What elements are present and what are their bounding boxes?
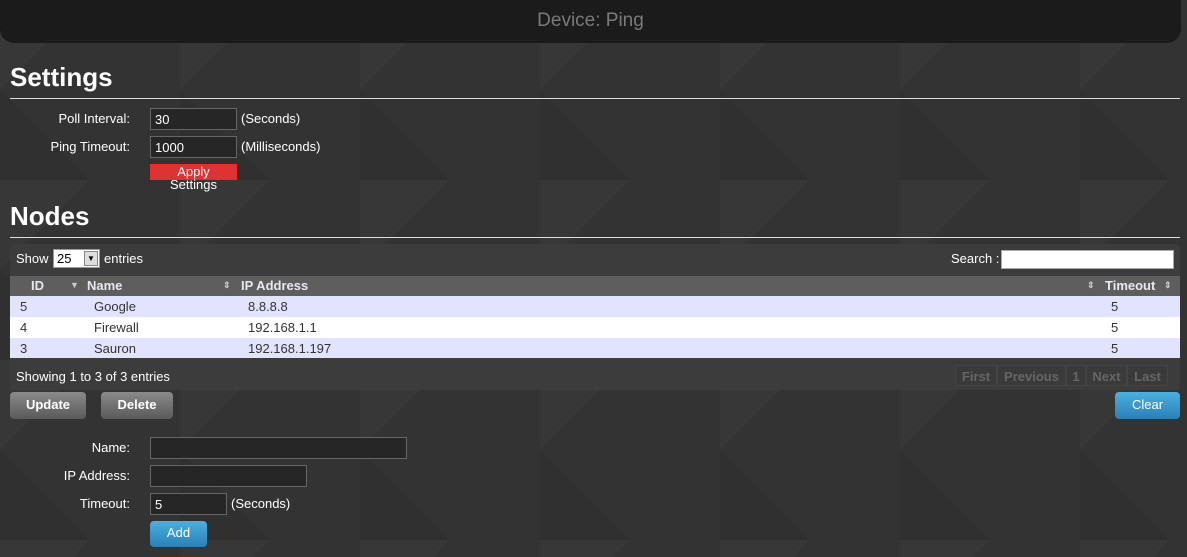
timeout-label: Timeout: — [79, 496, 130, 511]
divider — [10, 237, 1180, 238]
column-id[interactable]: ID ▼ — [10, 276, 79, 296]
ip-address-label: IP Address: — [63, 468, 130, 483]
pagination-last[interactable]: Last — [1127, 365, 1168, 386]
timeout-unit: (Seconds) — [231, 496, 291, 511]
search-input[interactable] — [1001, 250, 1174, 269]
update-button[interactable]: Update — [10, 392, 86, 419]
divider — [10, 98, 1180, 99]
name-input[interactable] — [150, 437, 407, 459]
table-row[interactable]: 5 Google 8.8.8.8 5 — [10, 296, 1180, 317]
page-header: Device: Ping — [0, 0, 1181, 43]
add-button[interactable]: Add — [150, 521, 207, 547]
apply-settings-button[interactable]: Apply Settings — [150, 164, 237, 191]
poll-interval-input[interactable] — [150, 108, 237, 130]
sort-icon: ⇕ — [1087, 280, 1095, 290]
table-info: Showing 1 to 3 of 3 entries — [16, 369, 170, 384]
ip-address-input[interactable] — [150, 465, 307, 487]
column-name[interactable]: Name ⇕ — [78, 276, 236, 296]
table-row[interactable]: 3 Sauron 192.168.1.197 5 — [10, 338, 1180, 358]
settings-heading: Settings — [10, 62, 113, 92]
ping-timeout-input[interactable] — [150, 136, 237, 158]
clear-button[interactable]: Clear — [1115, 392, 1180, 419]
timeout-input[interactable] — [150, 493, 227, 515]
pagination-previous[interactable]: Previous — [997, 365, 1066, 386]
pagination-first[interactable]: First — [955, 365, 997, 386]
search-label: Search : — [951, 251, 1000, 266]
column-timeout[interactable]: Timeout ⇕ — [1102, 276, 1180, 296]
column-ip-address[interactable]: IP Address ⇕ — [236, 276, 1102, 296]
sort-icon: ⇕ — [223, 280, 231, 290]
entries-select[interactable]: 25 ▼ — [53, 249, 100, 268]
sort-icon: ⇕ — [1164, 280, 1172, 290]
entries-label: entries — [104, 251, 144, 266]
ping-timeout-label: Ping Timeout: — [50, 139, 131, 154]
poll-interval-label: Poll Interval: — [58, 111, 130, 126]
table-row[interactable]: 4 Firewall 192.168.1.1 5 — [10, 317, 1180, 338]
name-label: Name: — [91, 440, 130, 455]
nodes-heading: Nodes — [10, 201, 90, 231]
poll-unit: (Seconds) — [241, 111, 301, 126]
chevron-down-icon: ▼ — [84, 251, 98, 266]
pagination-page-1[interactable]: 1 — [1066, 365, 1086, 386]
entries-value: 25 — [57, 251, 72, 266]
ping-timeout-unit: (Milliseconds) — [241, 139, 321, 154]
delete-button[interactable]: Delete — [101, 392, 173, 419]
show-label: Show — [16, 251, 49, 266]
pagination-next[interactable]: Next — [1086, 365, 1127, 386]
